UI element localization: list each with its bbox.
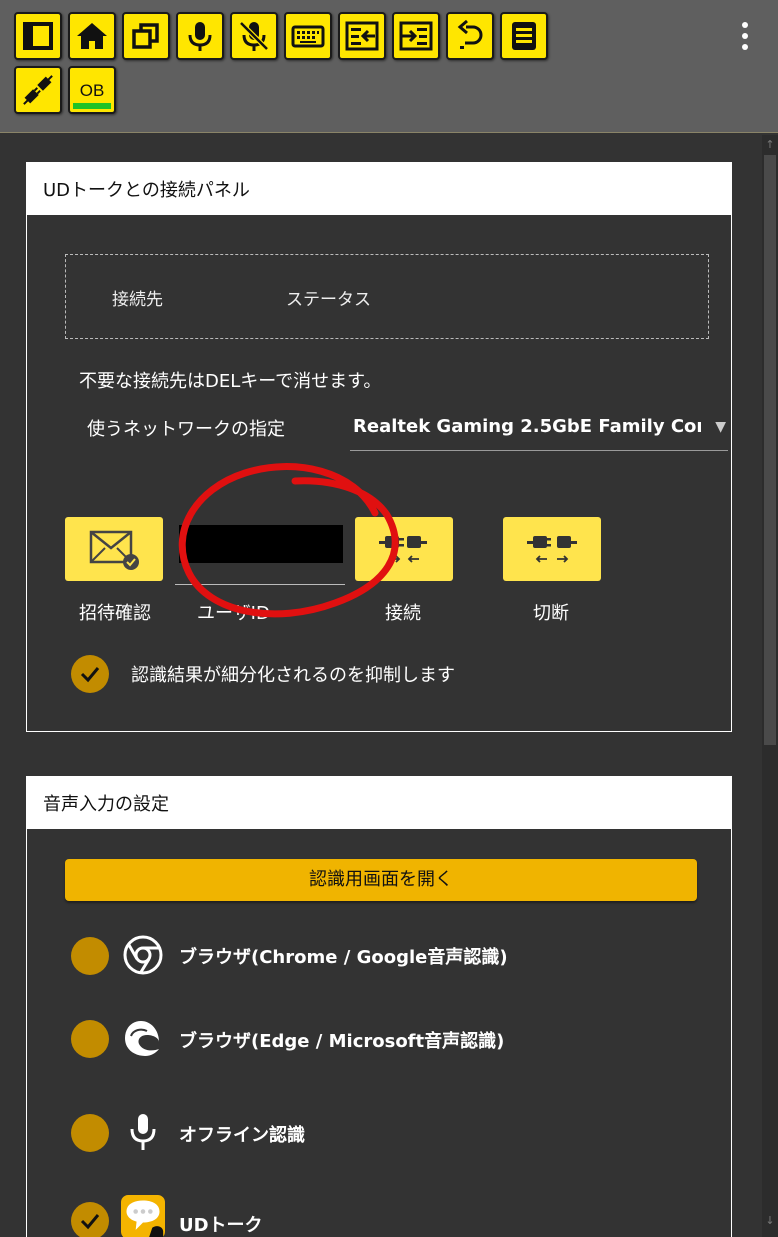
input-left-icon (345, 21, 379, 51)
microphone-icon (121, 1110, 165, 1154)
invite-check-label: 招待確認 (79, 603, 151, 624)
window-restore-icon (132, 23, 159, 49)
chrome-option-radio[interactable] (71, 937, 109, 975)
mic-icon (188, 22, 212, 51)
undo-icon (457, 19, 483, 49)
connect-label: 接続 (385, 603, 421, 624)
userid-label: ユーザID (197, 603, 270, 624)
disconnect-label: 切断 (533, 603, 569, 624)
input-left-button[interactable] (338, 12, 386, 60)
chrome-option-label: ブラウザ(Chrome / Google音声認識) (179, 947, 508, 968)
home-icon (77, 23, 107, 49)
udtalk-option-radio[interactable] (71, 1202, 109, 1237)
edge-option-label: ブラウザ(Edge / Microsoft音声認識) (179, 1031, 505, 1052)
column-destination: 接続先 (112, 290, 163, 310)
suppress-checkbox[interactable] (71, 655, 109, 693)
chrome-icon (121, 933, 165, 977)
userid-input[interactable] (175, 517, 345, 585)
document-button[interactable] (500, 12, 548, 60)
network-label: 使うネットワークの指定 (87, 419, 285, 440)
network-select-value: Realtek Gaming 2.5GbE Family Controller (353, 416, 701, 437)
more-dot (742, 33, 748, 39)
column-status: ステータス (286, 290, 371, 310)
vertical-scrollbar[interactable]: ↑ ↓ (762, 135, 778, 1237)
connection-status-list: 接続先 ステータス (65, 254, 709, 339)
scroll-thumb[interactable] (764, 155, 776, 745)
connection-panel: UDトークとの接続パネル 接続先 ステータス 不要な接続先はDELキーで消せます… (26, 162, 732, 732)
ob-status-indicator (73, 103, 111, 109)
more-dot (742, 22, 748, 28)
offline-option-label: オフライン認識 (179, 1125, 305, 1146)
input-right-icon (399, 21, 433, 51)
voice-input-panel: 音声入力の設定 認識用画面を開く ブラウザ(Chrome / Google音声認… (26, 776, 732, 1237)
offline-option-radio[interactable] (71, 1114, 109, 1152)
mic-button[interactable] (176, 12, 224, 60)
more-dot (742, 44, 748, 50)
mic-off-button[interactable] (230, 12, 278, 60)
invite-check-button[interactable] (65, 517, 163, 581)
scroll-up-icon[interactable]: ↑ (762, 137, 778, 153)
ob-label: OB (79, 81, 105, 100)
keyboard-icon (291, 25, 325, 48)
top-toolbar: OB (0, 0, 778, 133)
document-icon (512, 22, 536, 50)
connect-button[interactable] (355, 517, 453, 581)
edge-option-radio[interactable] (71, 1020, 109, 1058)
suppress-label: 認識結果が細分化されるのを抑制します (131, 665, 455, 686)
udtalk-icon (121, 1195, 165, 1237)
plug-disconnect-icon (23, 75, 53, 105)
scroll-down-icon[interactable]: ↓ (762, 1213, 778, 1229)
redaction-block (179, 525, 343, 563)
window-restore-button[interactable] (122, 12, 170, 60)
del-key-note: 不要な接続先はDELキーで消せます。 (79, 371, 382, 392)
network-select[interactable]: Realtek Gaming 2.5GbE Family Controller … (350, 409, 728, 451)
home-button[interactable] (68, 12, 116, 60)
udtalk-option-label: UDトーク (179, 1215, 263, 1236)
sidebar-toggle-button[interactable] (14, 12, 62, 60)
undo-button[interactable] (446, 12, 494, 60)
voice-panel-title: 音声入力の設定 (27, 777, 731, 829)
chevron-down-icon: ▼ (715, 419, 726, 435)
ob-button[interactable]: OB (68, 66, 116, 114)
more-menu-button[interactable] (735, 22, 755, 50)
check-icon (80, 1214, 100, 1230)
input-right-button[interactable] (392, 12, 440, 60)
edge-icon (121, 1016, 165, 1060)
mic-off-icon (239, 21, 269, 51)
sidebar-icon (23, 22, 53, 50)
keyboard-button[interactable] (284, 12, 332, 60)
connection-panel-title: UDトークとの接続パネル (27, 163, 731, 215)
plug-connect-icon (379, 536, 427, 563)
mail-check-icon (89, 530, 139, 570)
disconnect-plug-button[interactable] (14, 66, 62, 114)
plug-disconnect-icon (527, 536, 577, 563)
open-recognition-screen-button[interactable]: 認識用画面を開く (65, 859, 697, 901)
disconnect-button[interactable] (503, 517, 601, 581)
check-icon (80, 667, 100, 683)
